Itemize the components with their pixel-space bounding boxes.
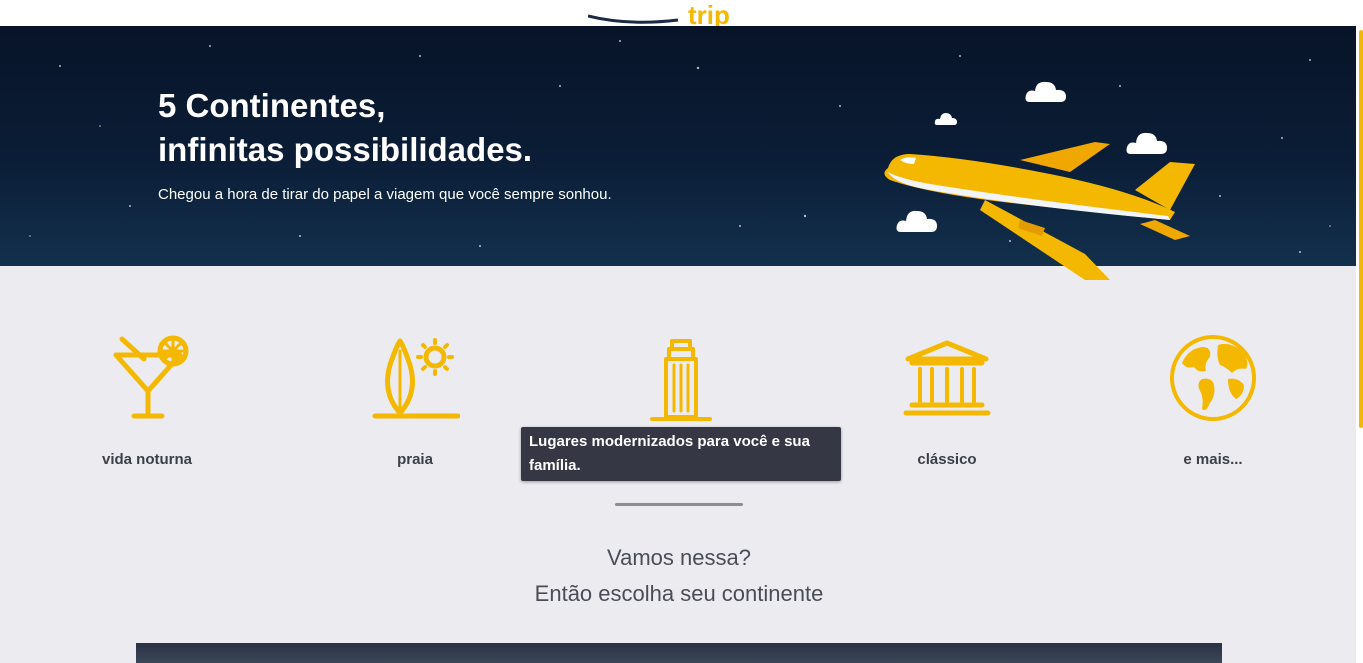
category-label: vida noturna: [101, 451, 192, 468]
cta-text: Vamos nessa? Então escolha seu continent…: [0, 540, 1358, 612]
category-classico[interactable]: clássico: [847, 333, 1047, 473]
category-label: clássico: [917, 451, 977, 468]
airplane-illustration: [884, 142, 1195, 280]
category-praia[interactable]: praia: [315, 333, 515, 473]
cloud-icon: [1025, 81, 1066, 102]
cta-line1: Vamos nessa?: [607, 545, 751, 570]
svg-text:trip: trip: [688, 0, 730, 26]
category-vida-noturna[interactable]: vida noturna: [47, 333, 247, 473]
classical-building-icon: [903, 340, 991, 416]
hero-subtitle: Chegou a hora de tirar do papel a viagem…: [158, 186, 612, 203]
category-tooltip: Lugares modernizados para você e sua fam…: [521, 427, 841, 481]
cta-line2: Então escolha seu continente: [534, 581, 824, 606]
page-scrollbar-thumb[interactable]: [1359, 30, 1363, 428]
hero-title: 5 Continentes, infinitas possibilidades.: [158, 84, 532, 172]
category-label: e mais...: [1183, 451, 1243, 468]
category-label: praia: [397, 451, 433, 468]
continent-banner[interactable]: [136, 643, 1222, 663]
hero-title-line1: 5 Continentes,: [158, 87, 386, 124]
top-header: trip: [0, 0, 1363, 26]
skyscraper-icon: [650, 339, 712, 421]
category-e-mais[interactable]: e mais...: [1113, 333, 1313, 473]
cocktail-icon: [113, 335, 189, 419]
globe-icon: [1170, 335, 1256, 421]
site-logo[interactable]: trip: [588, 0, 748, 26]
hero-title-line2: infinitas possibilidades.: [158, 131, 533, 168]
section-divider: [615, 503, 743, 506]
surfboard-sun-icon: [372, 338, 460, 419]
